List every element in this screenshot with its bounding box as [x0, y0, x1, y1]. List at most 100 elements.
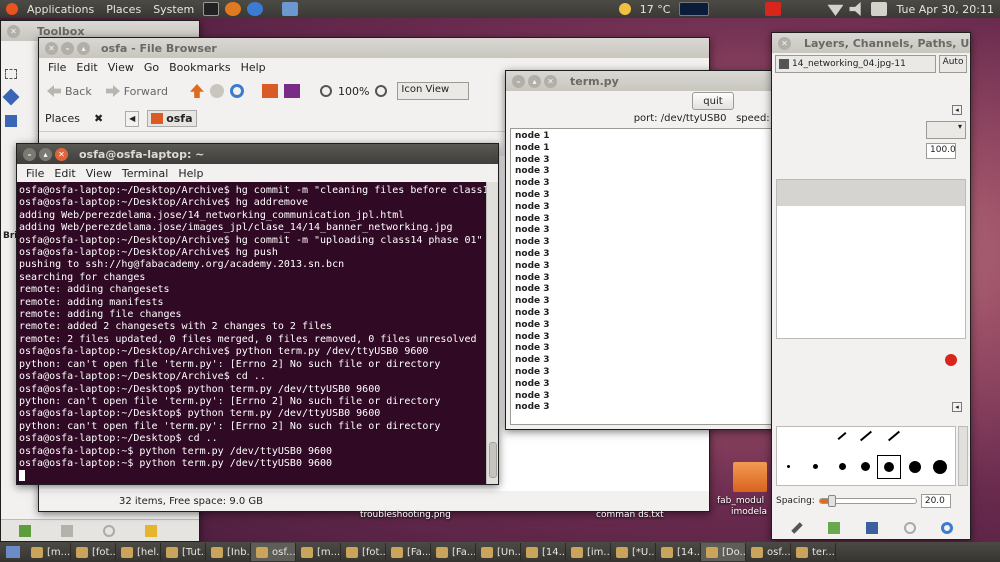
taskbar-button[interactable]: [Fa...: [386, 543, 431, 561]
taskbar-button[interactable]: [fot...: [71, 543, 116, 561]
desktop-label-commands[interactable]: comman ds.txt: [596, 510, 664, 520]
minimize-icon[interactable]: –: [512, 74, 525, 88]
taskbar-button[interactable]: [Tut...: [161, 543, 206, 561]
zoom-out-icon[interactable]: [319, 85, 332, 97]
layers-list[interactable]: [776, 179, 966, 339]
save-icon[interactable]: [19, 524, 31, 537]
system-menu[interactable]: System: [147, 3, 200, 16]
maximize-icon[interactable]: ▴: [77, 41, 90, 55]
mail-indicator-icon[interactable]: [871, 2, 888, 16]
terminal-launcher-icon[interactable]: [203, 2, 220, 16]
close-icon[interactable]: ✕: [45, 41, 58, 55]
taskbar-button[interactable]: [Un...: [476, 543, 521, 561]
bucket-icon[interactable]: [5, 115, 17, 127]
menu-view[interactable]: View: [103, 61, 139, 74]
back-button[interactable]: Back: [43, 83, 96, 100]
mail-icon[interactable]: [282, 2, 299, 16]
taskbar-button[interactable]: [*U...: [611, 543, 656, 561]
desktop-label-troubleshooting[interactable]: troubleshooting.png: [360, 510, 451, 520]
taskbar-button[interactable]: [m...: [296, 543, 341, 561]
brushes-grid[interactable]: [776, 426, 956, 486]
spacing-slider[interactable]: [818, 495, 917, 507]
stop-icon[interactable]: [209, 84, 224, 98]
desktop-folder-icon[interactable]: [733, 462, 767, 492]
terminal-scrollbar-thumb[interactable]: [489, 442, 497, 478]
pencil-icon[interactable]: [2, 88, 20, 106]
close-icon[interactable]: ✕: [7, 24, 20, 38]
applications-menu[interactable]: Applications: [21, 3, 100, 16]
firefox-launcher-icon[interactable]: [225, 2, 242, 16]
delete-icon[interactable]: [103, 524, 115, 537]
menu-help[interactable]: Help: [236, 61, 271, 74]
auto-button[interactable]: Auto: [938, 55, 967, 73]
terminal-output[interactable]: osfa@osfa-laptop:~/Desktop/Archive$ hg c…: [17, 182, 486, 484]
spacing-value[interactable]: 20.0: [920, 494, 951, 508]
mode-select[interactable]: ▾: [926, 121, 966, 139]
duplicate-brush-icon[interactable]: [865, 522, 878, 534]
menu-bookmarks[interactable]: Bookmarks: [164, 61, 235, 74]
taskbar-button[interactable]: [Fa...: [431, 543, 476, 561]
show-desktop-icon[interactable]: [6, 546, 20, 558]
menu-edit[interactable]: Edit: [49, 167, 80, 180]
taskbar-button[interactable]: [m...: [26, 543, 71, 561]
terminal-titlebar[interactable]: – ▴ ✕ osfa@osfa-laptop: ~: [17, 144, 498, 164]
refresh-brush-icon[interactable]: [941, 522, 954, 534]
close-icon[interactable]: ✕: [544, 74, 557, 88]
delete-brush-icon[interactable]: [903, 522, 916, 534]
edit-brush-icon[interactable]: [791, 522, 803, 534]
image-selector[interactable]: 14_networking_04.jpg-11: [775, 55, 936, 73]
rect-select-icon[interactable]: [5, 69, 17, 79]
taskbar-button[interactable]: ter...: [791, 543, 836, 561]
brush-line-1[interactable]: [837, 432, 847, 440]
crumb-left-button[interactable]: ◀: [125, 110, 140, 127]
crumb-osfa[interactable]: osfa: [147, 110, 197, 127]
maximize-icon[interactable]: ▴: [39, 147, 52, 161]
brushes-scrollbar[interactable]: [958, 426, 968, 486]
close-icon[interactable]: ✕: [55, 147, 68, 161]
minimize-icon[interactable]: –: [61, 41, 74, 55]
menu-edit[interactable]: Edit: [71, 61, 102, 74]
maximize-icon[interactable]: ▴: [528, 74, 541, 88]
brush-dot-1[interactable]: [787, 465, 790, 468]
menu-help[interactable]: Help: [173, 167, 208, 180]
zoom-in-icon[interactable]: [375, 85, 388, 97]
computer-icon[interactable]: [283, 84, 300, 98]
brush-line-3[interactable]: [887, 430, 901, 442]
menu-terminal[interactable]: Terminal: [117, 167, 174, 180]
desktop-label-imodela[interactable]: imodela: [731, 507, 767, 517]
restore-icon[interactable]: [61, 524, 73, 537]
opacity-field[interactable]: 100.0: [926, 143, 956, 159]
brush-dot-3[interactable]: [839, 463, 846, 470]
reload-icon[interactable]: [229, 84, 244, 98]
volume-icon[interactable]: [849, 2, 861, 16]
brush-dot-2[interactable]: [813, 464, 818, 469]
quit-button[interactable]: quit: [692, 92, 734, 110]
menu-file[interactable]: File: [43, 61, 71, 74]
taskbar-button[interactable]: [14...: [656, 543, 701, 561]
brush-dot-5[interactable]: [884, 462, 894, 472]
taskbar-button[interactable]: [Inb...: [206, 543, 251, 561]
taskbar-button[interactable]: osf...: [746, 543, 791, 561]
taskbar-button[interactable]: [im...: [566, 543, 611, 561]
delete-layer-icon[interactable]: [945, 354, 957, 366]
places-dropdown[interactable]: Places: [45, 112, 80, 125]
new-brush-icon[interactable]: [828, 522, 841, 534]
help-launcher-icon[interactable]: [247, 2, 264, 16]
forward-button[interactable]: Forward: [102, 83, 172, 100]
brushes-tab-close-icon[interactable]: ◂: [952, 402, 962, 412]
up-icon[interactable]: [189, 84, 204, 98]
brush-dot-6[interactable]: [909, 461, 921, 473]
spacing-slider-handle[interactable]: [827, 495, 836, 507]
close-icon[interactable]: ✕: [778, 36, 791, 50]
places-menu[interactable]: Places: [100, 3, 147, 16]
tab-close-icon[interactable]: ◂: [952, 105, 962, 115]
brush-dot-7[interactable]: [933, 460, 947, 474]
taskbar-button[interactable]: [14...: [521, 543, 566, 561]
menu-view[interactable]: View: [81, 167, 117, 180]
menu-go[interactable]: Go: [139, 61, 164, 74]
layers-titlebar[interactable]: ✕ Layers, Channels, Paths, Und: [772, 33, 970, 53]
wifi-icon[interactable]: [827, 4, 844, 16]
taskbar-button[interactable]: osf...: [251, 543, 296, 561]
taskbar-button[interactable]: [fot...: [341, 543, 386, 561]
clock[interactable]: Tue Apr 30, 20:11: [890, 3, 1000, 16]
